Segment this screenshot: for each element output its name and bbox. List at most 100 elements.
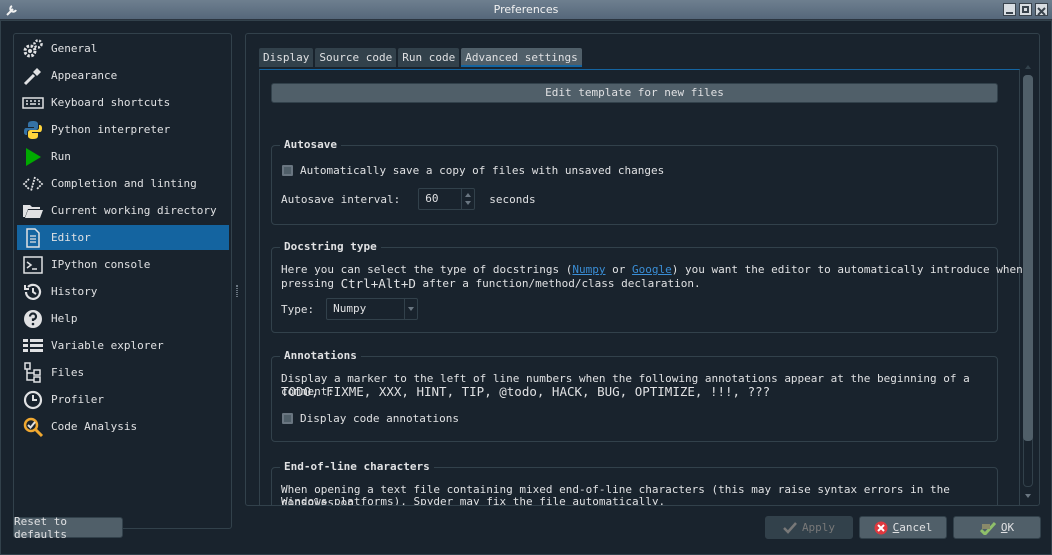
- sidebar-item-label: Appearance: [51, 69, 118, 82]
- sidebar-item-keyboard-shortcuts[interactable]: Keyboard shortcuts: [17, 90, 229, 115]
- maximize-button[interactable]: [1019, 3, 1032, 16]
- docstring-text-3: pressing: [281, 277, 341, 290]
- sidebar-item-label: Keyboard shortcuts: [51, 96, 171, 109]
- sidebar-item-label: IPython console: [51, 258, 151, 271]
- sidebar-item-label: Editor: [51, 231, 91, 244]
- sidebar-item-python-interpreter[interactable]: Python interpreter: [17, 117, 229, 142]
- title-bar: Preferences: [0, 0, 1052, 20]
- file-text-icon: [22, 227, 44, 249]
- docstring-type-row: Type: Numpy: [281, 298, 419, 320]
- sidebar-item-code-analysis[interactable]: Code Analysis: [17, 414, 229, 439]
- eol-title: End-of-line characters: [280, 460, 434, 473]
- ok-button[interactable]: OK: [953, 516, 1041, 539]
- sidebar-item-completion-and-linting[interactable]: Completion and linting: [17, 171, 229, 196]
- history-icon: [22, 281, 44, 303]
- chevron-down-icon[interactable]: [404, 299, 417, 319]
- tab-source-code[interactable]: Source code: [315, 48, 397, 67]
- sidebar-item-label: Files: [51, 366, 85, 379]
- autosave-interval-unit: seconds: [489, 192, 536, 206]
- sidebar-item-history[interactable]: History: [17, 279, 229, 304]
- annotations-title: Annotations: [280, 349, 361, 362]
- tab-advanced-settings[interactable]: Advanced settings: [461, 48, 582, 67]
- play-icon: [22, 146, 44, 168]
- python-icon: [22, 119, 44, 141]
- autosave-interval-label: Autosave interval:: [281, 192, 401, 206]
- eol-description-line-2: Windows platforms), Spyder may fix the f…: [281, 495, 666, 506]
- question-icon: [22, 308, 44, 330]
- sidebar-item-files[interactable]: Files: [17, 360, 229, 385]
- docstring-description-line-1: Here you can select the type of docstrin…: [281, 263, 1023, 276]
- close-icon: [1037, 7, 1046, 16]
- annotations-keywords: TODO, FIXME, XXX, HINT, TIP, @todo, HACK…: [281, 384, 770, 399]
- eol-text-2: Windows platforms), Spyder may fix the f…: [281, 495, 666, 506]
- ok-label: OK: [1000, 521, 1015, 534]
- advanced-settings-page: Edit template for new files Autosave Aut…: [259, 69, 1023, 506]
- sidebar-item-label: Profiler: [51, 393, 104, 406]
- clock-icon: [22, 389, 44, 411]
- spin-arrows[interactable]: [461, 189, 474, 209]
- vertical-scrollbar[interactable]: [1022, 64, 1034, 498]
- docstring-type-select[interactable]: Numpy: [326, 298, 419, 320]
- splitter-grip: [236, 285, 238, 297]
- docstring-group: Docstring type Here you can select the t…: [271, 240, 1023, 333]
- annotations-checkbox[interactable]: [281, 412, 294, 425]
- close-button[interactable]: [1035, 3, 1048, 16]
- sidebar-item-run[interactable]: Run: [17, 144, 229, 169]
- docstring-description-line-2: pressing Ctrl+Alt+D after a function/met…: [281, 276, 701, 291]
- check-icon: [783, 521, 797, 535]
- sidebar-item-help[interactable]: Help: [17, 306, 229, 331]
- scroll-down-icon[interactable]: [1025, 494, 1031, 498]
- scroll-thumb[interactable]: [1023, 75, 1033, 441]
- sidebar-item-general[interactable]: General: [17, 36, 229, 61]
- minimize-button[interactable]: [1003, 3, 1016, 16]
- cancel-button[interactable]: Cancel: [859, 516, 947, 539]
- autosave-title: Autosave: [280, 138, 341, 151]
- annotations-group: Annotations Display a marker to the left…: [271, 349, 998, 442]
- autosave-interval-value: 60: [425, 192, 439, 205]
- gears-icon: [22, 38, 44, 60]
- sidebar-item-label: Help: [51, 312, 78, 325]
- splitter-handle[interactable]: [235, 41, 239, 521]
- sidebar-item-label: Completion and linting: [51, 177, 197, 190]
- files-tree-icon: [22, 361, 44, 384]
- autosave-checkbox[interactable]: [281, 164, 294, 177]
- docstring-shortcut: Ctrl+Alt+D: [340, 276, 416, 291]
- sidebar-item-label: Run: [51, 150, 71, 163]
- docstring-title: Docstring type: [280, 240, 381, 253]
- sidebar-item-profiler[interactable]: Profiler: [17, 387, 229, 412]
- edit-template-button[interactable]: Edit template for new files: [271, 83, 998, 103]
- preferences-sidebar: General Appearance Keyboard shortcuts Py…: [13, 33, 232, 529]
- code-icon: [22, 173, 44, 195]
- sidebar-item-ipython-console[interactable]: IPython console: [17, 252, 229, 277]
- cancel-label: Cancel: [892, 521, 933, 534]
- eol-group: End-of-line characters When opening a te…: [271, 460, 998, 506]
- sidebar-item-appearance[interactable]: Appearance: [17, 63, 229, 88]
- autosave-interval-spinbox[interactable]: 60: [418, 188, 476, 210]
- sidebar-item-label: Variable explorer: [51, 339, 164, 352]
- scroll-up-icon[interactable]: [1025, 65, 1031, 69]
- sidebar-item-label: Python interpreter: [51, 123, 171, 136]
- autosave-checkbox-row[interactable]: Automatically save a copy of files with …: [281, 164, 664, 177]
- docstring-text: Here you can select the type of docstrin…: [281, 263, 573, 276]
- spin-down-icon[interactable]: [465, 201, 472, 205]
- tab-bar: Display Source code Run code Advanced se…: [259, 48, 582, 67]
- spin-up-icon[interactable]: [465, 193, 472, 197]
- sidebar-item-current-working-directory[interactable]: Current working directory: [17, 198, 229, 223]
- reset-to-defaults-button[interactable]: Reset to defaults: [13, 515, 123, 541]
- tab-display[interactable]: Display: [259, 48, 314, 67]
- cancel-icon: [874, 521, 888, 535]
- docstring-text-4: after a function/method/class declaratio…: [415, 277, 701, 290]
- sidebar-item-editor[interactable]: Editor: [17, 225, 229, 250]
- annotations-checkbox-label: Display code annotations: [300, 412, 459, 425]
- ok-icon: [979, 521, 996, 535]
- terminal-icon: [22, 254, 44, 276]
- preferences-window: General Appearance Keyboard shortcuts Py…: [0, 20, 1052, 555]
- apply-button[interactable]: Apply: [765, 516, 853, 539]
- tab-run-code[interactable]: Run code: [398, 48, 460, 67]
- google-link[interactable]: Google: [632, 263, 672, 276]
- folder-open-icon: [22, 200, 44, 222]
- table-icon: [22, 335, 44, 357]
- annotations-checkbox-row[interactable]: Display code annotations: [281, 412, 459, 425]
- sidebar-item-variable-explorer[interactable]: Variable explorer: [17, 333, 229, 358]
- numpy-link[interactable]: Numpy: [572, 263, 605, 276]
